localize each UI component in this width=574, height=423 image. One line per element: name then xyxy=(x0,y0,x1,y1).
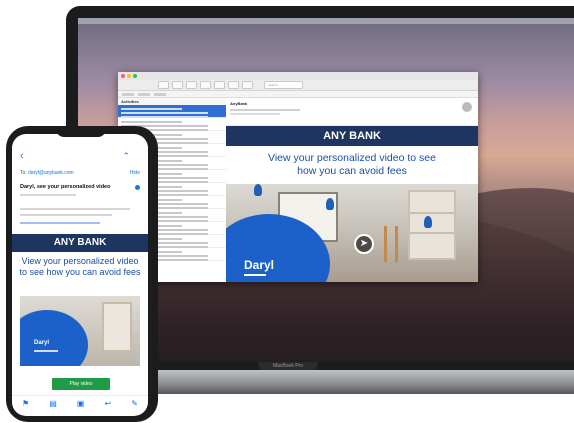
delete-button[interactable] xyxy=(200,81,211,89)
favorite-mailbox[interactable] xyxy=(122,92,134,96)
message-list-heading: Activities xyxy=(118,98,226,105)
reply-icon[interactable]: ↩ xyxy=(104,399,111,408)
email-subject: Daryl, see your personalized video xyxy=(20,184,111,190)
hide-details-link[interactable]: Hide xyxy=(130,170,140,176)
back-chevron-icon[interactable]: ‹ xyxy=(20,150,24,162)
video-thumbnail[interactable]: Daryl xyxy=(20,296,140,366)
preheader-line xyxy=(20,208,130,210)
flag-icon[interactable]: ⚑ xyxy=(22,399,29,408)
get-mail-button[interactable] xyxy=(158,81,169,89)
video-scene-shelf xyxy=(408,190,456,260)
lamp-icon xyxy=(326,198,334,210)
email-headline: View your personalized video to see how … xyxy=(19,256,141,277)
forward-button[interactable] xyxy=(228,81,239,89)
view-online-link[interactable] xyxy=(20,222,100,224)
archive-icon[interactable]: ▣ xyxy=(77,399,85,408)
message-header: AnyBank xyxy=(226,98,478,126)
zoom-window-button[interactable] xyxy=(133,74,137,78)
message-sender: AnyBank xyxy=(230,101,248,106)
bank-banner: ANY BANK xyxy=(12,234,148,252)
phone-mail-toolbar: ⚑ ▤ ▣ ↩ ✎ xyxy=(12,395,148,410)
archive-button[interactable] xyxy=(186,81,197,89)
sender-avatar xyxy=(462,102,472,112)
favorites-bar xyxy=(118,91,478,98)
email-headline: View your personalized video to see how … xyxy=(226,152,478,178)
folder-icon[interactable]: ▤ xyxy=(49,399,57,408)
message-list-item-selected[interactable] xyxy=(118,105,226,118)
phone-notch xyxy=(56,127,106,137)
minimize-window-button[interactable] xyxy=(127,74,131,78)
to-label: To: xyxy=(20,170,27,176)
close-window-button[interactable] xyxy=(121,74,125,78)
window-titlebar xyxy=(118,72,478,80)
video-name-underline xyxy=(34,350,58,352)
date-line xyxy=(20,194,76,196)
video-recipient-name: Daryl xyxy=(244,258,275,272)
chevron-up-icon[interactable]: ⌃ xyxy=(122,150,130,162)
laptop-model-label: MacBook Pro xyxy=(272,363,303,369)
email-headline-line2: how you can avoid fees xyxy=(297,165,407,177)
recipient-line: To: daryl@anybank.com xyxy=(20,170,74,176)
phone-mail-screen: ‹ ⌃ To: daryl@anybank.com Hide Daryl, se… xyxy=(12,134,148,416)
lamp-icon xyxy=(424,216,432,228)
video-scene-stool xyxy=(384,226,398,262)
email-headline-line1: View your personalized video to see xyxy=(268,152,436,164)
video-scene-shelf xyxy=(102,302,132,352)
video-recipient-name: Daryl xyxy=(34,340,50,346)
mail-toolbar: Search xyxy=(118,80,478,91)
video-name-underline xyxy=(244,274,266,276)
laptop-base xyxy=(96,370,574,394)
compose-button[interactable] xyxy=(172,81,183,89)
lamp-icon xyxy=(254,184,262,196)
compose-icon[interactable]: ✎ xyxy=(131,399,138,408)
search-input[interactable]: Search xyxy=(264,81,303,89)
reply-button[interactable] xyxy=(214,81,225,89)
preheader-line xyxy=(20,214,112,216)
flag-button[interactable] xyxy=(242,81,253,89)
bank-banner: ANY BANK xyxy=(226,126,478,146)
unread-dot-icon xyxy=(135,185,140,190)
mail-app-window: Search Activities AnyBank ANY BANK View … xyxy=(118,72,478,282)
phone-nav-bar: ‹ ⌃ xyxy=(12,150,148,162)
video-thumbnail[interactable]: Daryl ➤ xyxy=(226,184,478,282)
play-video-button[interactable]: Play video xyxy=(52,378,110,390)
favorite-mailbox[interactable] xyxy=(138,92,150,96)
to-address[interactable]: daryl@anybank.com xyxy=(28,170,74,176)
message-viewer: AnyBank ANY BANK View your personalized … xyxy=(226,98,478,282)
play-icon[interactable]: ➤ xyxy=(354,234,374,254)
favorite-mailbox[interactable] xyxy=(154,92,166,96)
video-name-overlay xyxy=(20,310,88,366)
menu-bar xyxy=(78,18,574,24)
